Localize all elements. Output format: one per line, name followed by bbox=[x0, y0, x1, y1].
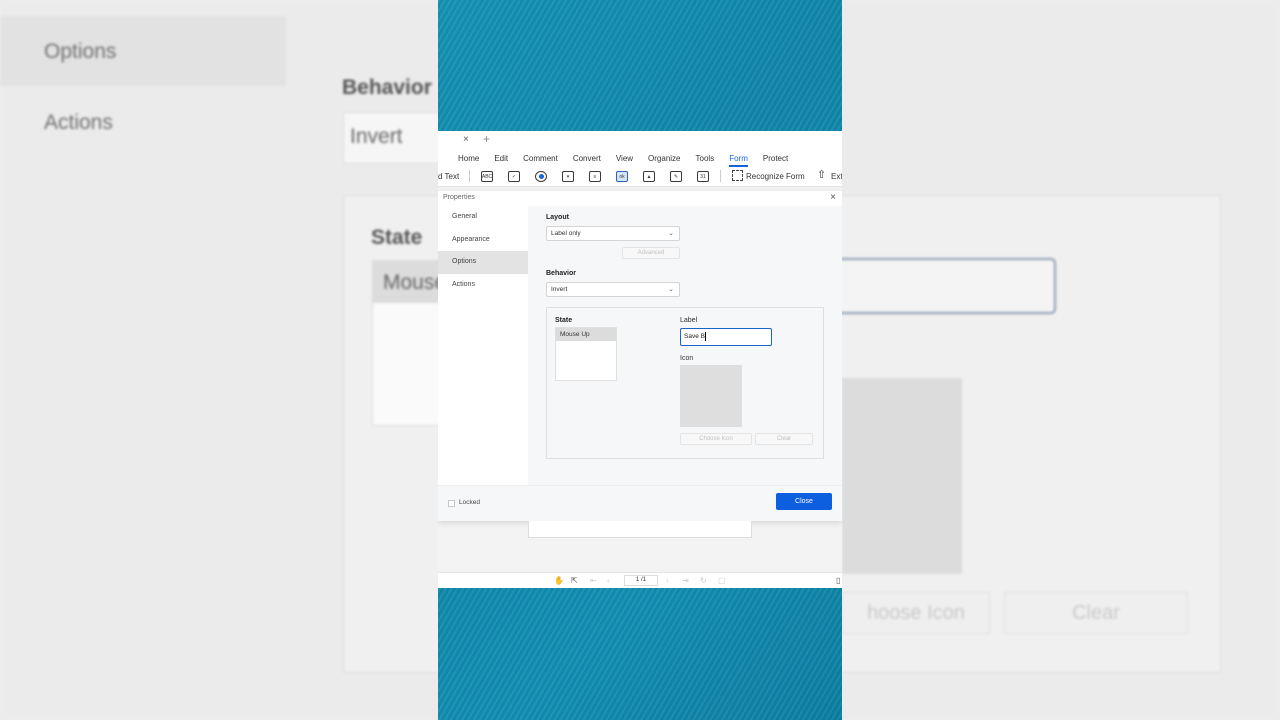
list-box-icon[interactable]: ≡ bbox=[589, 171, 601, 182]
dialog-title: Properties bbox=[443, 194, 475, 201]
advanced-button[interactable]: Advanced bbox=[622, 247, 680, 259]
locked-checkbox[interactable] bbox=[448, 500, 455, 507]
bg-sidebar-options: Options bbox=[44, 40, 117, 63]
menu-bar: Home Edit Comment Convert View Organize … bbox=[438, 149, 842, 167]
properties-nav: General Appearance Options Actions bbox=[438, 206, 528, 485]
choose-icon-button[interactable]: Choose Icon bbox=[680, 433, 752, 445]
nav-general[interactable]: General bbox=[438, 206, 528, 229]
recognize-form-icon bbox=[732, 170, 743, 181]
menu-convert[interactable]: Convert bbox=[573, 154, 601, 163]
menu-form[interactable]: Form bbox=[729, 154, 748, 167]
behavior-select[interactable]: Invert ⌄ bbox=[546, 282, 680, 297]
menu-edit[interactable]: Edit bbox=[494, 154, 508, 163]
checkbox-icon[interactable]: ✓ bbox=[508, 171, 520, 182]
bg-choose-icon-button: hoose Icon bbox=[842, 592, 990, 634]
close-button[interactable]: Close bbox=[776, 493, 832, 510]
toolbar-divider bbox=[469, 170, 470, 182]
menu-organize[interactable]: Organize bbox=[648, 154, 680, 163]
add-text-tool-label[interactable]: d Text bbox=[438, 172, 459, 181]
first-page-icon[interactable]: ⇤ bbox=[590, 576, 597, 585]
label-input[interactable]: Save B bbox=[680, 328, 772, 346]
hand-tool-icon[interactable]: ✋ bbox=[554, 576, 564, 585]
bg-label-input bbox=[830, 258, 1056, 314]
bg-icon-preview bbox=[842, 378, 962, 574]
nav-options[interactable]: Options bbox=[438, 251, 528, 274]
bg-sidebar-options-highlight bbox=[0, 16, 286, 86]
close-tab-icon[interactable]: × bbox=[463, 134, 469, 145]
dialog-footer: Locked Close bbox=[438, 485, 842, 521]
options-panel: Layout Label only ⌄ Advanced Behavior In… bbox=[528, 206, 842, 485]
tab-bar: × + bbox=[438, 131, 842, 149]
bg-clear-button: Clear bbox=[1004, 592, 1188, 634]
state-list[interactable]: Mouse Up bbox=[555, 327, 617, 381]
previous-page-icon[interactable]: ‹ bbox=[607, 576, 610, 585]
bg-behavior-value: Invert bbox=[350, 125, 403, 148]
layout-select-value: Label only bbox=[551, 230, 581, 237]
state-item-mouse-up[interactable]: Mouse Up bbox=[556, 328, 616, 341]
page-number-input[interactable]: 1 /1 bbox=[624, 575, 658, 586]
combo-box-icon[interactable]: ▾ bbox=[562, 171, 574, 182]
label-input-value: Save B bbox=[684, 333, 705, 340]
locked-label: Locked bbox=[459, 499, 480, 506]
properties-dialog: Properties × General Appearance Options … bbox=[438, 191, 842, 521]
last-page-icon[interactable]: ⇥ bbox=[682, 576, 689, 585]
radio-button-icon[interactable] bbox=[535, 171, 547, 182]
menu-protect[interactable]: Protect bbox=[763, 154, 788, 163]
form-toolbar: d Text ABC ✓ ▾ ≡ ok ▲ ✎ 31 Recognize For… bbox=[438, 167, 842, 187]
date-field-icon[interactable]: 31 bbox=[697, 171, 709, 182]
image-field-icon[interactable]: ▲ bbox=[643, 171, 655, 182]
signature-field-icon[interactable]: ✎ bbox=[670, 171, 682, 182]
document-page bbox=[528, 521, 752, 538]
state-label: State bbox=[555, 317, 573, 324]
text-cursor bbox=[704, 331, 706, 341]
appearance-options-group: State Mouse Up Label Save B Icon Choose … bbox=[546, 307, 824, 459]
nav-actions[interactable]: Actions bbox=[438, 274, 528, 297]
layout-label: Layout bbox=[546, 214, 569, 221]
menu-view[interactable]: View bbox=[616, 154, 633, 163]
fit-page-icon[interactable]: ▢ bbox=[718, 576, 726, 585]
menu-comment[interactable]: Comment bbox=[523, 154, 558, 163]
menu-tools[interactable]: Tools bbox=[696, 154, 715, 163]
extract-icon: ⇧ bbox=[817, 169, 827, 181]
behavior-label: Behavior bbox=[546, 270, 576, 277]
layout-select[interactable]: Label only ⌄ bbox=[546, 226, 680, 241]
bg-state-item: Mouse bbox=[383, 271, 447, 294]
nav-appearance[interactable]: Appearance bbox=[438, 229, 528, 252]
pdf-editor-window: × + Home Edit Comment Convert View Organ… bbox=[438, 131, 842, 588]
status-bar: ✋ ⇱ ⇤ ‹ 1 /1 › ⇥ ↻ ▢ ▯ bbox=[438, 572, 842, 588]
dialog-title-bar: Properties × bbox=[438, 191, 842, 205]
clear-icon-button[interactable]: Clear bbox=[755, 433, 813, 445]
chevron-down-icon: ⌄ bbox=[668, 286, 674, 293]
behavior-select-value: Invert bbox=[551, 286, 568, 293]
button-icon[interactable]: ok bbox=[616, 171, 628, 182]
extract-button[interactable]: Ext bbox=[831, 172, 842, 181]
menu-home[interactable]: Home bbox=[458, 154, 479, 163]
bg-behavior-heading: Behavior bbox=[342, 76, 432, 99]
new-tab-icon[interactable]: + bbox=[483, 132, 490, 146]
bg-sidebar-actions: Actions bbox=[44, 111, 113, 134]
text-field-icon[interactable]: ABC bbox=[481, 171, 493, 182]
bg-state-heading: State bbox=[371, 226, 423, 249]
rotate-icon[interactable]: ↻ bbox=[700, 576, 707, 585]
toolbar-divider-2 bbox=[720, 170, 721, 182]
recognize-form-button[interactable]: Recognize Form bbox=[746, 172, 805, 181]
next-page-icon[interactable]: › bbox=[666, 576, 669, 585]
select-tool-icon[interactable]: ⇱ bbox=[571, 576, 578, 585]
icon-preview bbox=[680, 365, 742, 427]
chevron-down-icon: ⌄ bbox=[668, 230, 674, 237]
video-frame: × + Home Edit Comment Convert View Organ… bbox=[438, 0, 842, 720]
dialog-close-icon[interactable]: × bbox=[830, 191, 836, 205]
label-field-label: Label bbox=[680, 317, 698, 324]
view-mode-icon[interactable]: ▯ bbox=[836, 576, 840, 585]
icon-label: Icon bbox=[680, 355, 694, 362]
